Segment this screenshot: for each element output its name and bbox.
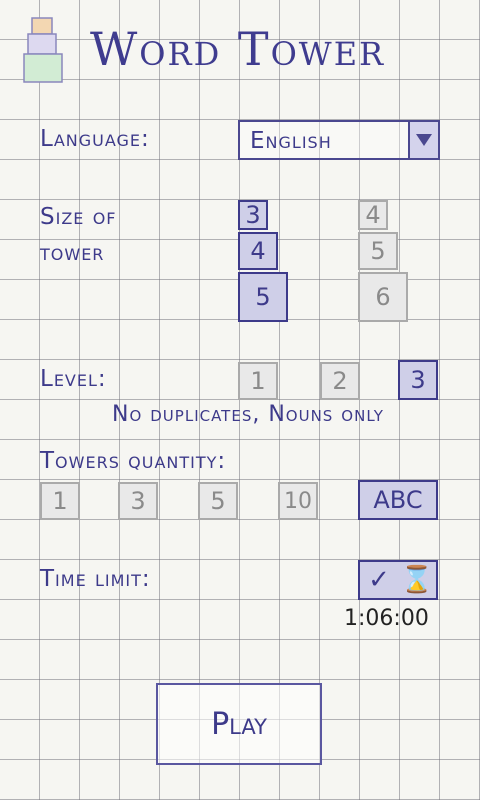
level-option-3[interactable]: 3 <box>398 360 438 400</box>
time-limit-value: 1:06:00 <box>344 606 429 631</box>
towers-option-1[interactable]: 1 <box>40 482 80 520</box>
size-label-line1: Size of <box>40 204 117 230</box>
level-label: Level: <box>40 366 107 392</box>
towers-option-5[interactable]: 5 <box>198 482 238 520</box>
checkmark-icon[interactable]: ✓ <box>360 562 398 598</box>
towers-option-abc[interactable]: ABC <box>358 480 438 520</box>
app-title: Word Tower <box>90 22 386 76</box>
towers-quantity-label: Towers quantity: <box>40 448 227 474</box>
play-button[interactable]: Play <box>156 683 322 765</box>
size-option-6-alt[interactable]: 6 <box>358 272 408 322</box>
towers-option-10[interactable]: 10 <box>278 482 318 520</box>
towers-option-3[interactable]: 3 <box>118 482 158 520</box>
time-limit-toggle[interactable]: ✓ ⌛ <box>358 560 438 600</box>
dropdown-triangle-icon[interactable] <box>408 122 438 158</box>
time-limit-label: Time limit: <box>40 566 151 592</box>
level-option-2[interactable]: 2 <box>320 362 360 400</box>
hourglass-icon[interactable]: ⌛ <box>398 562 436 598</box>
size-option-5-alt[interactable]: 5 <box>358 232 398 270</box>
size-option-4[interactable]: 4 <box>238 232 278 270</box>
language-select[interactable]: English <box>238 120 440 160</box>
stacked-blocks-icon <box>22 16 68 84</box>
size-option-5[interactable]: 5 <box>238 272 288 322</box>
language-value: English <box>250 128 332 154</box>
size-label-line2: tower <box>40 240 105 266</box>
size-option-4-alt[interactable]: 4 <box>358 200 388 230</box>
level-description: No duplicates, Nouns only <box>112 402 384 427</box>
size-option-3[interactable]: 3 <box>238 200 268 230</box>
level-option-1[interactable]: 1 <box>238 362 278 400</box>
language-label: Language: <box>40 126 150 152</box>
